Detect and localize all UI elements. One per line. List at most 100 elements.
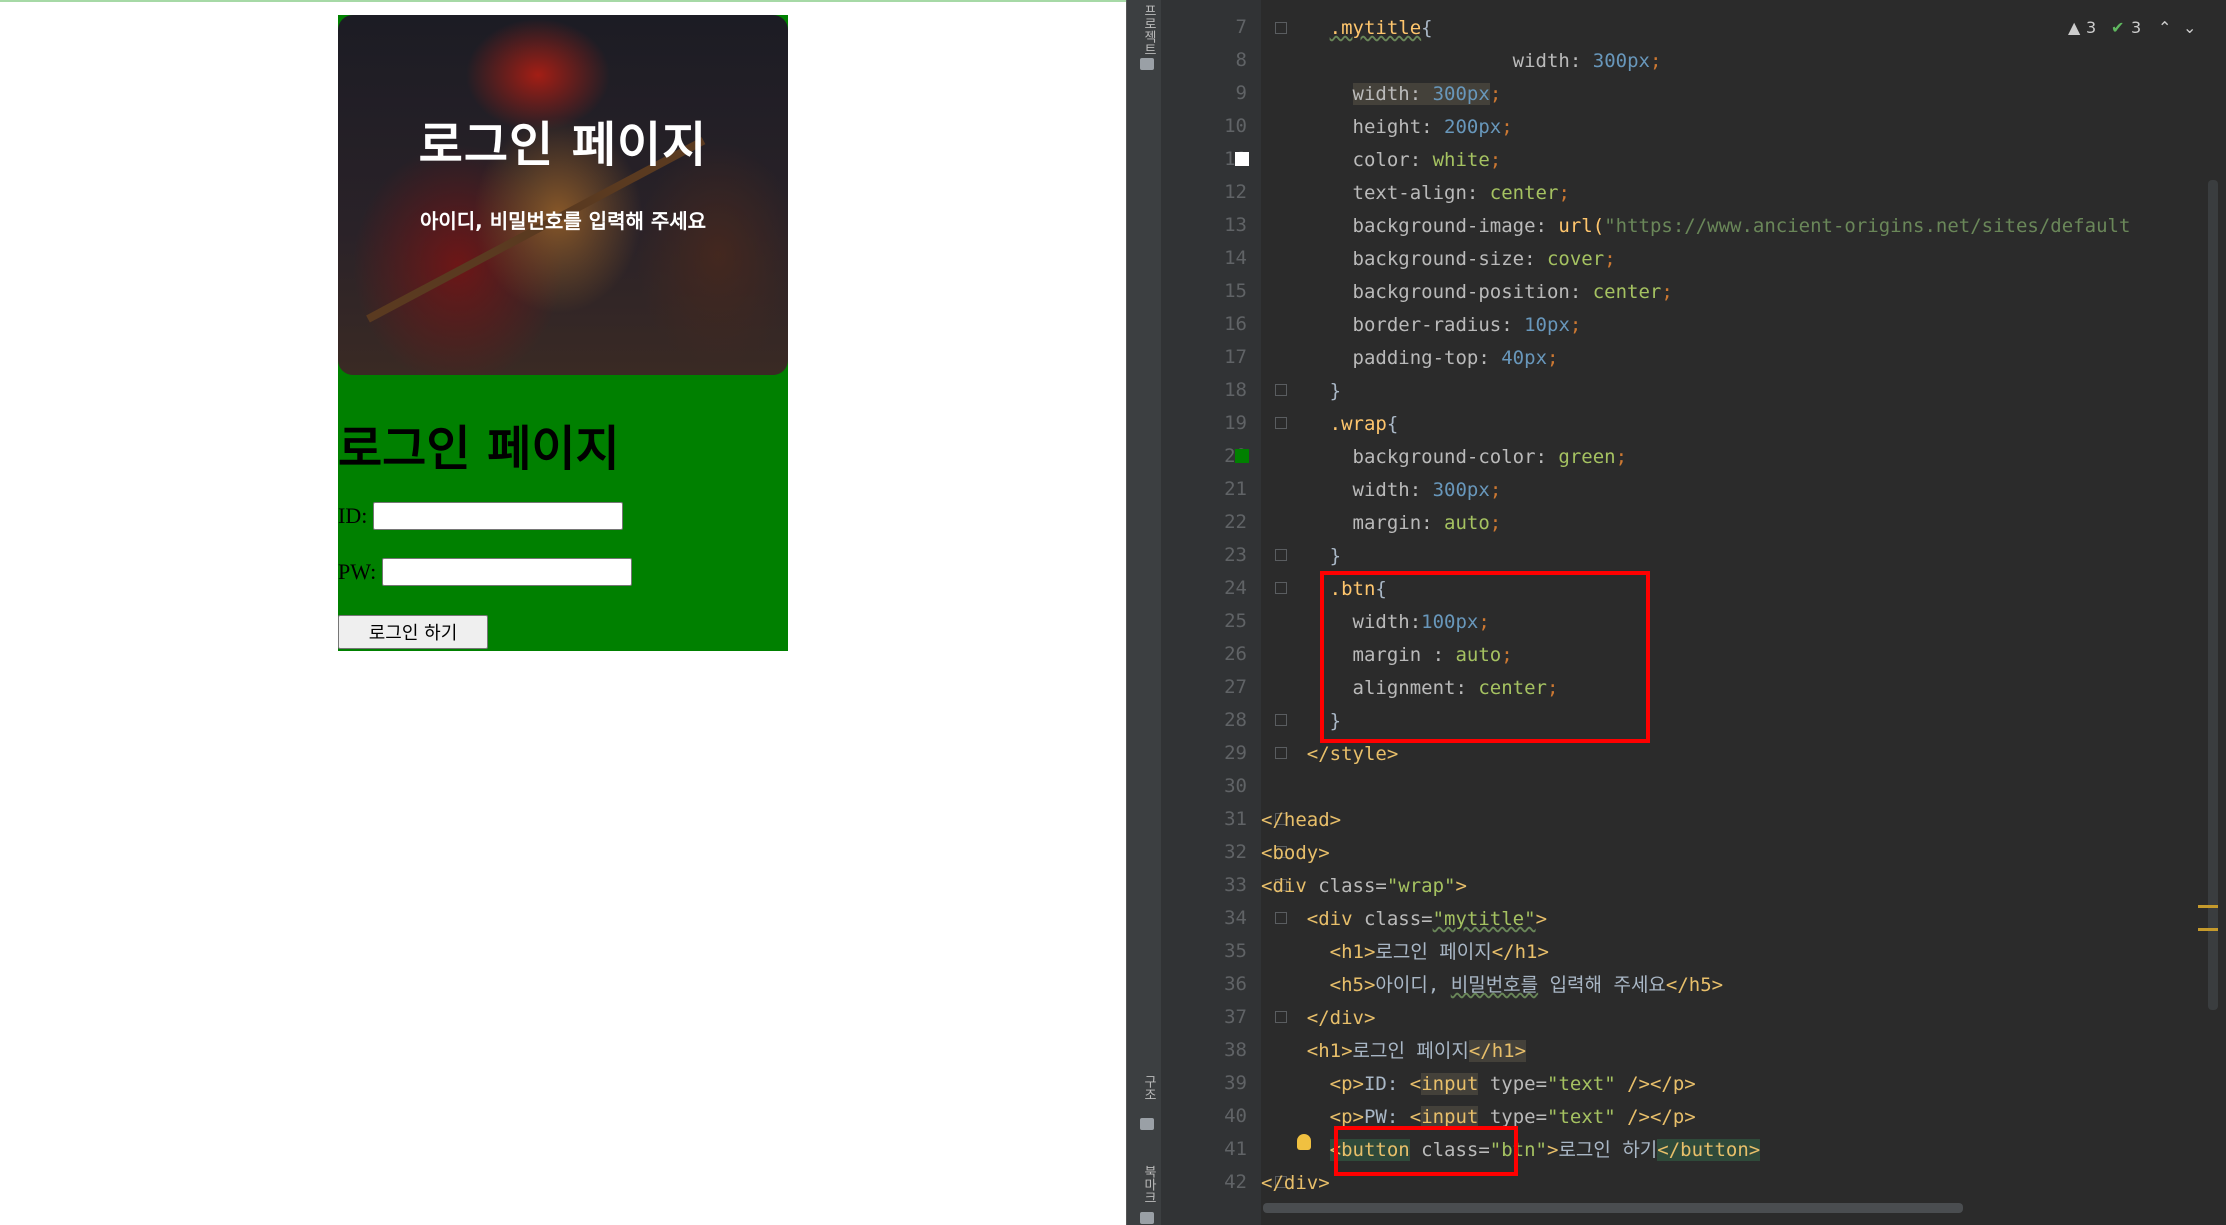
- line-number: 27: [1224, 676, 1247, 698]
- browser-preview: 로그인 페이지 아이디, 비밀번호를 입력해 주세요 로그인 페이지 ID: P…: [0, 0, 1126, 1225]
- annotation-box-button-tag: [1334, 1126, 1518, 1176]
- id-input[interactable]: [373, 502, 624, 530]
- warning-icon[interactable]: ▲: [2068, 18, 2080, 37]
- structure-tool-label[interactable]: 구조: [1139, 1075, 1158, 1101]
- code-line-22[interactable]: margin: auto;: [1261, 507, 1502, 540]
- tag: <p>: [1329, 1073, 1364, 1095]
- check-icon[interactable]: ✔: [2111, 18, 2124, 37]
- tag: </h1>: [1468, 1040, 1527, 1062]
- text: 로그인 페이지: [1352, 1040, 1469, 1062]
- login-button[interactable]: 로그인 하기: [338, 615, 488, 649]
- code-line-36[interactable]: <h5>아이디, 비밀번호를 입력해 주세요</h5>: [1261, 969, 1723, 1002]
- project-tool-label[interactable]: 프로젝트: [1139, 4, 1158, 56]
- code-line-11[interactable]: color: white;: [1261, 144, 1502, 177]
- code-line-14[interactable]: background-size: cover;: [1261, 243, 1616, 276]
- semicolon: ;: [1615, 446, 1628, 468]
- code-line-37[interactable]: </div>: [1261, 1002, 1376, 1035]
- tag: >: [1455, 875, 1467, 897]
- page-heading: 로그인 페이지: [338, 421, 620, 477]
- folder-icon[interactable]: [1140, 58, 1154, 70]
- text: 입력해 주세요: [1538, 974, 1666, 996]
- text: 비밀번호를: [1450, 974, 1539, 996]
- code-line-12[interactable]: text-align: center;: [1261, 177, 1570, 210]
- number: 10: [1524, 314, 1547, 336]
- code-line-8[interactable]: width: 300px;: [1261, 45, 1662, 78]
- tag: <: [1409, 1106, 1422, 1128]
- brace: }: [1329, 545, 1342, 567]
- code-line-18[interactable]: }: [1261, 375, 1341, 408]
- code-line-20[interactable]: background-color: green;: [1261, 441, 1628, 474]
- line-number: 17: [1224, 346, 1247, 368]
- semicolon: ;: [1489, 479, 1502, 501]
- code-line-39[interactable]: <p>ID: <input type="text" /></p>: [1261, 1068, 1696, 1101]
- color-swatch-green[interactable]: [1235, 449, 1249, 463]
- pw-input[interactable]: [382, 558, 633, 586]
- banner-subtitle: 아이디, 비밀번호를 입력해 주세요: [419, 209, 707, 233]
- value: center: [1592, 281, 1662, 303]
- code-line-13[interactable]: background-image: url("https://www.ancie…: [1261, 210, 2131, 243]
- code-line-23[interactable]: }: [1261, 540, 1341, 573]
- structure-icon[interactable]: [1140, 1118, 1154, 1130]
- property: width:: [1352, 479, 1433, 501]
- property: color:: [1352, 149, 1433, 171]
- semicolon: ;: [1489, 512, 1502, 534]
- code-line-21[interactable]: width: 300px;: [1261, 474, 1502, 507]
- selector: .wrap: [1329, 413, 1387, 435]
- code-line-33[interactable]: <div class="wrap">: [1261, 870, 1467, 903]
- bookmarks-tool-label[interactable]: 북마크: [1139, 1165, 1158, 1204]
- code-line-7[interactable]: .mytitle{: [1261, 12, 1433, 45]
- code-line-19[interactable]: .wrap{: [1261, 408, 1399, 441]
- code-line-15[interactable]: background-position: center;: [1261, 276, 1673, 309]
- property: padding-top:: [1352, 347, 1502, 369]
- scroll-marker[interactable]: [2198, 905, 2218, 908]
- number: 300: [1432, 479, 1467, 501]
- weak-warning-count[interactable]: 3: [2131, 18, 2141, 37]
- semicolon: ;: [1604, 248, 1616, 270]
- line-number: 23: [1224, 544, 1247, 566]
- line-number: 26: [1224, 643, 1247, 665]
- annotation-box-btn-style: [1320, 571, 1650, 743]
- chevron-up-icon[interactable]: ⌃: [2158, 18, 2171, 37]
- selector: .mytitle: [1329, 17, 1422, 39]
- color-swatch-white[interactable]: [1235, 152, 1249, 166]
- line-number: 32: [1224, 841, 1247, 863]
- bookmark-icon[interactable]: [1140, 1212, 1154, 1224]
- tag: <p>: [1329, 1106, 1364, 1128]
- tag: </h5>: [1665, 974, 1724, 996]
- line-number: 21: [1224, 478, 1247, 500]
- tag: </div>: [1261, 1172, 1330, 1194]
- property: text-align:: [1352, 182, 1490, 204]
- number: 200: [1444, 116, 1479, 138]
- code-line-35[interactable]: <h1>로그인 페이지</h1>: [1261, 936, 1549, 969]
- tag: </head>: [1261, 809, 1342, 831]
- warning-count[interactable]: 3: [2086, 18, 2096, 37]
- function: url(: [1558, 215, 1605, 237]
- code-line-38[interactable]: <h1>로그인 페이지</h1>: [1261, 1035, 1527, 1068]
- semicolon: ;: [1569, 314, 1582, 336]
- vertical-scrollbar[interactable]: [2208, 180, 2218, 1010]
- property: height:: [1352, 116, 1445, 138]
- horizontal-scrollbar[interactable]: [1263, 1203, 1963, 1213]
- line-number: 31: [1224, 808, 1247, 830]
- attribute: type=: [1478, 1106, 1548, 1128]
- tag: <body>: [1261, 842, 1330, 864]
- value: cover: [1546, 248, 1605, 270]
- code-line-34[interactable]: <div class="mytitle">: [1261, 903, 1547, 936]
- code-line-17[interactable]: padding-top: 40px;: [1261, 342, 1559, 375]
- tag: /></p>: [1615, 1106, 1696, 1128]
- line-number: 14: [1224, 247, 1247, 269]
- line-number: 34: [1224, 907, 1247, 929]
- line-number: 36: [1224, 973, 1247, 995]
- line-number: 10: [1224, 115, 1247, 137]
- preview-top-border: [0, 0, 1126, 2]
- code-line-42[interactable]: </div>: [1261, 1167, 1330, 1200]
- code-line-31[interactable]: </head>: [1261, 804, 1341, 837]
- line-number: 18: [1224, 379, 1247, 401]
- code-line-9[interactable]: width: 300px;: [1261, 78, 1501, 111]
- chevron-down-icon[interactable]: ⌄: [2183, 18, 2196, 37]
- code-line-10[interactable]: height: 200px;: [1261, 111, 1513, 144]
- code-line-32[interactable]: <body>: [1261, 837, 1330, 870]
- title-banner: 로그인 페이지 아이디, 비밀번호를 입력해 주세요: [338, 15, 788, 375]
- scroll-marker[interactable]: [2198, 928, 2218, 931]
- code-line-16[interactable]: border-radius: 10px;: [1261, 309, 1582, 342]
